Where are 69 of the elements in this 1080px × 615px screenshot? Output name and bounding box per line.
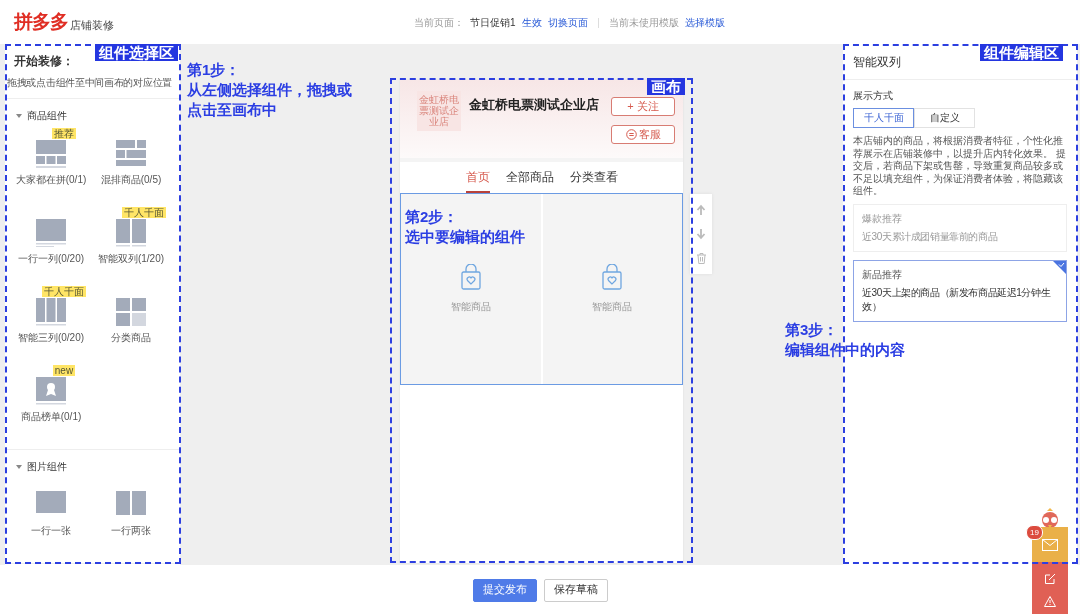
component-item[interactable]: 混排商品(0/5) — [94, 174, 168, 185]
current-page-label: 当前页面： — [414, 16, 464, 30]
zone-label: 画布 — [647, 78, 685, 95]
component-item[interactable]: 商品榜单(0/1) — [14, 411, 88, 422]
component-item[interactable]: 大家都在拼(0/1) — [14, 174, 88, 185]
placeholder-label: 智能商品 — [450, 300, 491, 314]
follow-button[interactable]: + 关注 — [611, 97, 675, 116]
tag: 推荐 — [52, 128, 76, 139]
current-page-name: 节日促销1 — [470, 16, 516, 30]
panel-hint: 拖拽或点击组件至中间画布的对应位置 — [7, 77, 172, 88]
template-status: 当前未使用模版 — [608, 16, 679, 30]
layout-icon — [116, 298, 146, 326]
component-item[interactable]: 一行一张 — [14, 525, 88, 536]
service-button[interactable]: 客服 — [611, 125, 675, 144]
section-title[interactable]: 商品组件 — [27, 109, 67, 123]
step-note: 选中要编辑的组件 — [405, 227, 526, 247]
layout-icon — [36, 298, 66, 326]
zone-label: 组件编辑区 — [980, 44, 1063, 61]
check-corner-icon — [1053, 260, 1066, 274]
display-mode-tab[interactable]: 自定义 — [914, 108, 975, 128]
edit-icon[interactable] — [1044, 573, 1056, 584]
shop-tab[interactable]: 分类查看 — [569, 170, 618, 193]
layout-icon — [36, 377, 66, 405]
move-down-icon[interactable] — [696, 228, 706, 240]
shop-logo: 金虹桥电票测试企业店 — [417, 91, 461, 131]
shopping-bag-icon — [601, 264, 624, 291]
message-button[interactable] — [1032, 527, 1068, 562]
display-mode-tab[interactable]: 千人千面 — [853, 108, 914, 128]
component-item[interactable]: 智能双列(1/20) — [94, 253, 168, 264]
step-title: 第2步： — [405, 207, 460, 227]
switch-page-link[interactable]: 切换页面 — [547, 16, 588, 30]
step-note: 从左侧选择组件，拖拽或点击至画布中 — [187, 80, 353, 120]
choose-template-link[interactable]: 选择模版 — [684, 16, 725, 30]
logo: 拼多多 — [14, 10, 68, 34]
component-item[interactable]: 智能三列(0/20) — [14, 332, 88, 343]
layout-icon — [116, 140, 146, 168]
publish-button[interactable]: 提交发布 — [473, 578, 537, 602]
move-up-icon[interactable] — [696, 204, 706, 216]
shop-name: 金虹桥电票测试企业店 — [469, 97, 599, 114]
shopping-bag-icon — [459, 264, 482, 291]
status-link[interactable]: 生效 — [521, 16, 542, 30]
step-title: 第1步： — [187, 60, 242, 80]
layout-icon — [116, 219, 146, 247]
component-item[interactable]: 一行两张 — [94, 525, 168, 536]
page-subtitle: 店铺装修 — [70, 17, 114, 33]
field-label: 展示方式 — [853, 89, 894, 103]
warning-icon[interactable] — [1044, 596, 1056, 607]
caret-icon[interactable] — [16, 465, 22, 469]
shop-tab[interactable]: 全部商品 — [505, 170, 554, 193]
delete-icon[interactable] — [695, 252, 707, 264]
tag: 千人千面 — [42, 286, 86, 297]
save-draft-button[interactable]: 保存草稿 — [544, 578, 608, 602]
description: 本店铺内的商品，将根据消费者特征，个性化推荐展示在店铺装修中，以提升店内转化效果。 提交后，若商品下架或售罄，导致重复商品较多或不足以填充组件，为保证消费者体验，将隐藏该组件。 — [853, 135, 1067, 198]
recommend-option[interactable]: 新品推荐 近30天上架的商品（新发布商品延迟1分钟生效） — [853, 259, 1067, 322]
zone-label: 组件选择区 — [95, 44, 178, 61]
tag: 千人千面 — [122, 207, 166, 218]
layout-icon — [36, 219, 66, 247]
panel-title: 开始装修： — [14, 54, 75, 69]
component-item[interactable]: 一行一列(0/20) — [14, 253, 88, 264]
mail-icon — [1042, 538, 1058, 551]
section-title[interactable]: 图片组件 — [27, 460, 67, 474]
chat-icon — [625, 129, 637, 140]
step-note: 编辑组件中的内容 — [785, 340, 906, 360]
step-title: 第3步： — [785, 320, 840, 340]
tag: new — [52, 365, 76, 376]
component-item[interactable]: 分类商品 — [94, 332, 168, 343]
caret-icon[interactable] — [16, 114, 22, 118]
layout-icon — [36, 140, 66, 168]
placeholder-label: 智能商品 — [592, 300, 633, 314]
